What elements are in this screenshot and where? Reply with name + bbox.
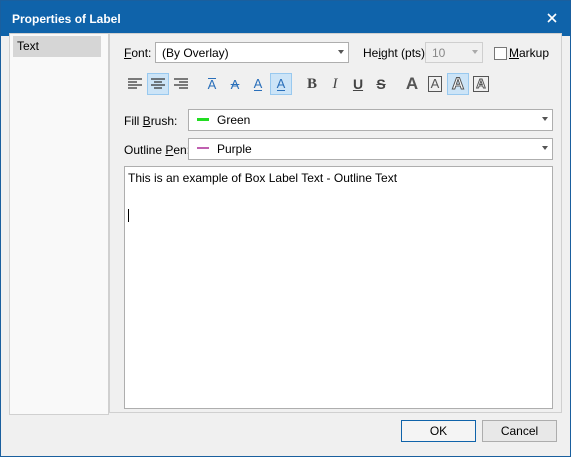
- font-select[interactable]: (By Overlay): [155, 42, 349, 63]
- text-cursor: [128, 209, 129, 222]
- height-label: Height (pts):: [363, 46, 429, 60]
- close-icon: [547, 13, 557, 23]
- plain-style-button[interactable]: A: [401, 73, 423, 95]
- outline-pen-label: Outline Pen:: [124, 143, 191, 157]
- align-center-button[interactable]: [147, 73, 169, 95]
- text-properties-panel: Font: (By Overlay) Height (pts): 10 Mark…: [109, 33, 562, 413]
- category-list: Text: [9, 33, 109, 415]
- outline-style-button[interactable]: A: [447, 73, 469, 95]
- close-button[interactable]: [536, 3, 568, 33]
- boxed-outline-style-glyph: A: [473, 76, 489, 92]
- ok-button[interactable]: OK: [401, 420, 476, 442]
- cancel-button-label: Cancel: [500, 424, 539, 438]
- height-select[interactable]: 10: [425, 42, 483, 63]
- fill-brush-value: Green: [217, 113, 251, 127]
- boxed-style-button[interactable]: A: [424, 73, 446, 95]
- strikethrough-button[interactable]: S: [370, 73, 392, 95]
- underline-glyph: U: [352, 76, 364, 92]
- text-above-line-button[interactable]: A: [201, 73, 223, 95]
- text-above-line-glyph: A: [207, 76, 217, 92]
- align-center-icon: [151, 78, 165, 89]
- category-item-text[interactable]: Text: [13, 36, 101, 57]
- align-left-icon: [128, 78, 142, 89]
- window-title: Properties of Label: [12, 12, 121, 26]
- bold-glyph: B: [306, 75, 317, 92]
- label-text-content: This is an example of Box Label Text - O…: [128, 171, 398, 185]
- text-through-line-glyph: A: [230, 76, 240, 92]
- markup-label: Markup: [509, 46, 550, 60]
- text-on-line-glyph: A: [276, 76, 286, 91]
- fill-brush-label: Fill Brush:: [124, 114, 178, 128]
- boxed-outline-style-button[interactable]: A: [470, 73, 492, 95]
- text-through-line-button[interactable]: A: [224, 73, 246, 95]
- chevron-down-icon: [338, 50, 344, 54]
- chevron-down-icon: [542, 117, 548, 121]
- label-text-area[interactable]: This is an example of Box Label Text - O…: [124, 166, 553, 409]
- text-on-line-button[interactable]: A: [270, 73, 292, 95]
- properties-dialog: Properties of Label Text Font: (By Overl…: [0, 0, 571, 457]
- italic-button[interactable]: I: [324, 73, 346, 95]
- outline-color-swatch: [197, 147, 209, 149]
- align-left-button[interactable]: [124, 73, 146, 95]
- text-below-line-glyph: A: [253, 75, 263, 91]
- outline-pen-select[interactable]: Purple: [188, 138, 553, 160]
- align-right-icon: [174, 78, 188, 89]
- plain-style-glyph: A: [405, 74, 419, 93]
- italic-glyph: I: [332, 75, 338, 92]
- boxed-style-glyph: A: [427, 76, 443, 92]
- category-item-label: Text: [17, 39, 40, 53]
- strikethrough-glyph: S: [376, 76, 386, 92]
- height-value: 10: [432, 46, 446, 60]
- title-bar: Properties of Label: [1, 1, 570, 36]
- fill-brush-select[interactable]: Green: [188, 109, 553, 131]
- fill-color-swatch: [197, 118, 209, 121]
- font-value: (By Overlay): [162, 46, 229, 60]
- chevron-down-icon: [542, 146, 548, 150]
- ok-button-label: OK: [429, 424, 448, 438]
- bold-button[interactable]: B: [301, 73, 323, 95]
- font-label: Font:: [124, 46, 152, 60]
- text-below-line-button[interactable]: A: [247, 73, 269, 95]
- chevron-down-icon: [472, 50, 478, 54]
- outline-style-glyph: A: [451, 74, 465, 94]
- align-right-button[interactable]: [170, 73, 192, 95]
- underline-button[interactable]: U: [347, 73, 369, 95]
- outline-pen-value: Purple: [217, 142, 252, 156]
- cancel-button[interactable]: Cancel: [482, 420, 557, 442]
- markup-checkbox[interactable]: [494, 47, 507, 60]
